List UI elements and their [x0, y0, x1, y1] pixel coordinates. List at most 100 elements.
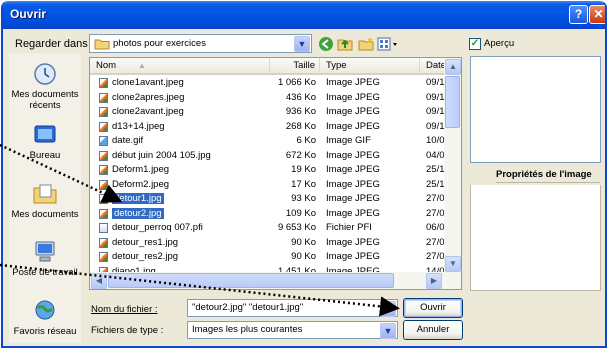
preview-box: [470, 56, 601, 163]
file-name: detour_res2.jpg: [112, 251, 179, 262]
title-bar[interactable]: Ouvrir ? ✕: [3, 1, 605, 29]
file-row[interactable]: clone2apres.jpeg 436 Ko Image JPEG 09/10: [90, 91, 450, 105]
place-my-computer[interactable]: Poste de travail: [9, 239, 81, 278]
scroll-down-icon[interactable]: ▼: [445, 256, 461, 272]
file-row[interactable]: Deform1.jpeg 19 Ko Image JPEG 25/10: [90, 163, 450, 177]
my-computer-icon: [35, 241, 55, 262]
new-folder-icon[interactable]: [358, 36, 374, 52]
places-bar: Mes documents récents Bureau Mes documen…: [9, 53, 81, 343]
file-size: 268 Ko: [285, 120, 316, 132]
file-type: Image JPEG: [326, 178, 380, 190]
horizontal-scrollbar[interactable]: ◀ ▶: [90, 272, 461, 289]
place-network[interactable]: Favoris réseau: [9, 298, 81, 337]
file-type: Image JPEG: [326, 207, 380, 219]
file-size: 936 Ko: [285, 106, 316, 117]
column-header-name[interactable]: Nom ▲: [90, 58, 270, 75]
place-desktop[interactable]: Bureau: [9, 122, 81, 161]
image-file-icon: [99, 252, 108, 262]
back-icon[interactable]: [318, 36, 334, 52]
look-in-combo[interactable]: photos pour exercices ▼: [89, 34, 312, 53]
place-my-documents[interactable]: Mes documents: [9, 181, 81, 220]
file-type: Image JPEG: [326, 106, 380, 117]
window-title: Ouvrir: [10, 7, 47, 21]
look-in-label: Regarder dans :: [15, 38, 94, 50]
file-row[interactable]: detour1.jpg 93 Ko Image JPEG 27/03: [90, 192, 450, 206]
file-name: date.gif: [112, 135, 144, 146]
file-type: Fichier PFI: [326, 222, 372, 233]
file-size: 672 Ko: [285, 149, 316, 161]
place-recent-documents[interactable]: Mes documents récents: [9, 61, 81, 111]
file-type-select[interactable]: Images les plus courantes ▼: [187, 321, 398, 339]
place-label: Mes documents: [11, 209, 79, 220]
file-type: Image JPEG: [326, 164, 380, 175]
file-row[interactable]: detour_res2.jpg 90 Ko Image JPEG 27/03: [90, 250, 450, 264]
file-name: clone1avant.jpeg: [112, 77, 184, 88]
file-size: 9 653 Ko: [277, 222, 316, 233]
view-menu-icon[interactable]: [377, 36, 399, 52]
scroll-up-icon[interactable]: ▲: [445, 59, 461, 75]
file-name-input[interactable]: "detour2.jpg" "detour1.jpg" ▼: [187, 299, 398, 317]
file-row[interactable]: detour_res1.jpg 90 Ko Image JPEG 27/03: [90, 236, 450, 250]
folder-icon: [94, 39, 110, 50]
column-header-size[interactable]: Taille: [270, 58, 320, 75]
chevron-down-icon[interactable]: ▼: [380, 301, 396, 317]
desktop-icon: [34, 125, 56, 143]
chevron-down-icon[interactable]: ▼: [294, 36, 310, 52]
file-row[interactable]: Deform2.jpeg 17 Ko Image JPEG 25/10: [90, 178, 450, 192]
sort-ascending-icon: ▲: [138, 61, 146, 70]
file-type: Image JPEG: [326, 120, 380, 132]
file-row[interactable]: detour2.jpg 109 Ko Image JPEG 27/03: [90, 207, 450, 221]
file-list[interactable]: Nom ▲ Taille Type Date clone1avant.jpeg 1…: [89, 57, 462, 290]
file-size: 90 Ko: [291, 251, 316, 262]
file-name: début juin 2004 105.jpg: [112, 149, 211, 161]
file-size: 6 Ko: [296, 135, 316, 146]
preview-label: Aperçu: [484, 38, 515, 49]
image-file-icon: [99, 237, 108, 248]
vertical-scrollbar[interactable]: ▲ ▼: [444, 58, 461, 273]
file-name: detour_res1.jpg: [112, 236, 179, 248]
properties-title: Propriétés de l'image: [496, 169, 592, 180]
file-type-label: Fichiers de type :: [91, 325, 164, 336]
hscroll-thumb[interactable]: [108, 273, 394, 288]
file-type: Image GIF: [326, 135, 371, 146]
preview-checkbox[interactable]: ✓: [469, 38, 481, 50]
file-size: 109 Ko: [285, 207, 316, 219]
file-type: Image JPEG: [326, 193, 380, 204]
file-row[interactable]: début juin 2004 105.jpg 672 Ko Image JPEG 0…: [90, 149, 450, 163]
file-type: Image JPEG: [326, 149, 380, 161]
help-button[interactable]: ?: [569, 5, 588, 24]
file-name: detour2.jpg: [112, 207, 164, 219]
recent-documents-icon: [34, 63, 56, 85]
file-name: detour_perroq 007.pfi: [112, 222, 203, 233]
chevron-down-icon[interactable]: ▼: [380, 323, 396, 339]
image-file-icon: [99, 208, 108, 219]
scroll-right-icon[interactable]: ▶: [426, 273, 442, 289]
image-file-icon: [99, 136, 108, 146]
file-size: 1 066 Ko: [277, 77, 316, 88]
file-name: clone2apres.jpeg: [112, 91, 185, 103]
open-button[interactable]: Ouvrir: [403, 298, 463, 318]
scroll-thumb[interactable]: [445, 76, 460, 128]
file-row[interactable]: clone2avant.jpeg 936 Ko Image JPEG 09/10: [90, 105, 450, 119]
scroll-left-icon[interactable]: ◀: [91, 273, 107, 289]
file-row[interactable]: clone1avant.jpeg 1 066 Ko Image JPEG 09/10: [90, 76, 450, 90]
properties-box: [470, 185, 601, 291]
up-folder-icon[interactable]: [337, 36, 353, 52]
file-name-label: Nom du fichier :: [91, 304, 158, 315]
file-row[interactable]: d13+14.jpeg 268 Ko Image JPEG 09/10: [90, 120, 450, 134]
look-in-value: photos pour exercices: [113, 38, 206, 49]
column-header-type[interactable]: Type: [320, 58, 420, 75]
file-size: 90 Ko: [291, 236, 316, 248]
properties-divider: [496, 182, 600, 183]
file-row[interactable]: date.gif 6 Ko Image GIF 10/03: [90, 134, 450, 148]
file-row[interactable]: detour_perroq 007.pfi 9 653 Ko Fichier PFI…: [90, 221, 450, 235]
file-type: Image JPEG: [326, 236, 380, 248]
file-name: clone2avant.jpeg: [112, 106, 184, 117]
cancel-button[interactable]: Annuler: [403, 320, 463, 340]
file-name: Deform2.jpeg: [112, 178, 170, 190]
my-documents-icon: [33, 184, 57, 204]
file-type: Image JPEG: [326, 77, 380, 88]
place-label: Mes documents récents: [11, 89, 79, 111]
file-size: 19 Ko: [291, 164, 316, 175]
close-button[interactable]: ✕: [589, 5, 605, 24]
